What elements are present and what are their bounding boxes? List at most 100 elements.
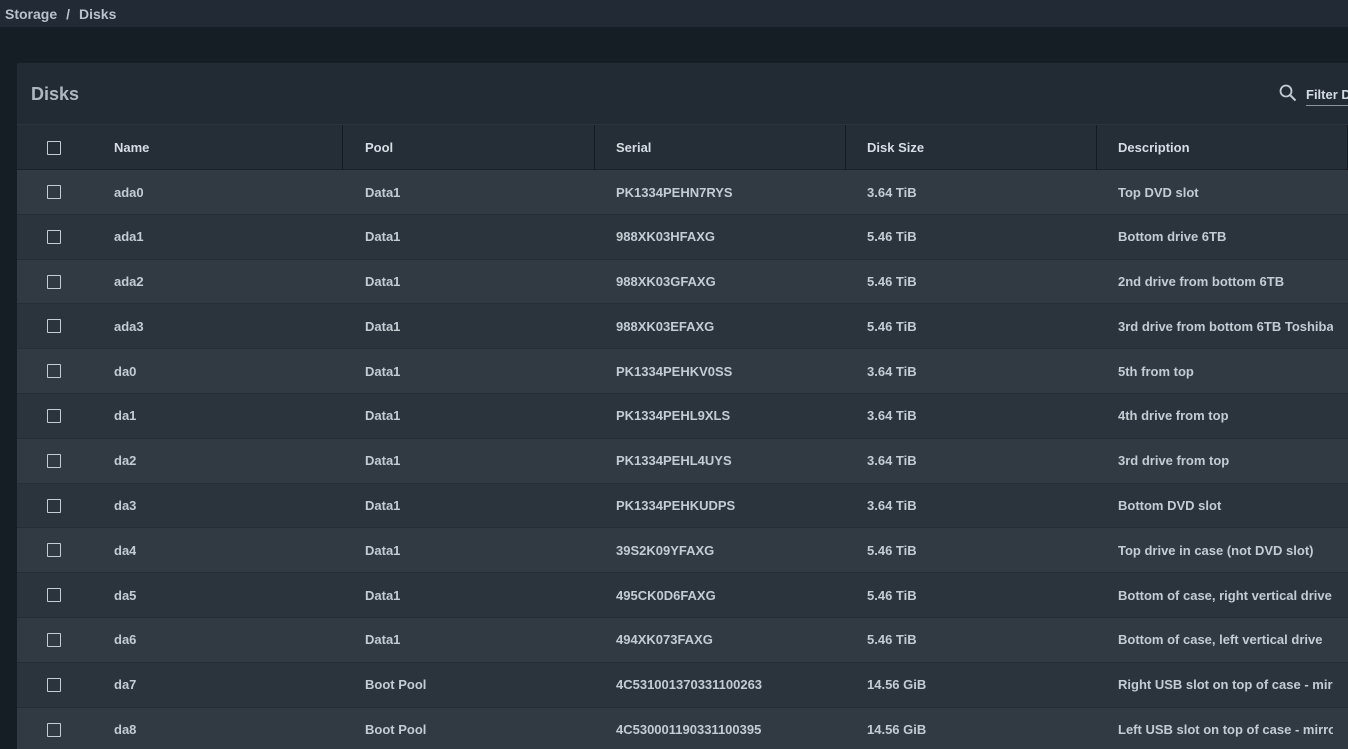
cell-pool: Data1 bbox=[365, 229, 401, 245]
cell-description: Left USB slot on top of case - mirror bbox=[1118, 722, 1333, 738]
cell-serial: PK1334PEHN7RYS bbox=[616, 184, 733, 200]
cell-serial: 988XK03HFAXG bbox=[616, 229, 715, 245]
cell-description: 3rd drive from top bbox=[1118, 453, 1230, 469]
table-row[interactable]: ada0 Data1 PK1334PEHN7RYS 3.64 TiB Top DVD s… bbox=[17, 170, 1348, 215]
cell-disk-size: 14.56 GiB bbox=[867, 677, 927, 693]
cell-name: da2 bbox=[114, 453, 137, 469]
cell-name: da3 bbox=[114, 498, 137, 514]
cell-name: da5 bbox=[114, 587, 137, 603]
table-row[interactable]: ada1 Data1 988XK03HFAXG 5.46 TiB Bottom driv… bbox=[17, 214, 1348, 260]
cell-disk-size: 3.64 TiB bbox=[867, 498, 917, 514]
table-row[interactable]: da5 Data1 495CK0D6FAXG 5.46 TiB Bottom of ca… bbox=[17, 573, 1348, 618]
cell-pool: Boot Pool bbox=[365, 722, 427, 738]
cell-pool: Data1 bbox=[365, 587, 401, 603]
row-checkbox[interactable] bbox=[47, 274, 61, 289]
cell-serial: PK1334PEHKUDPS bbox=[616, 498, 736, 514]
row-checkbox[interactable] bbox=[47, 364, 61, 379]
row-checkbox[interactable] bbox=[47, 408, 61, 423]
cell-description: Bottom drive 6TB bbox=[1118, 229, 1227, 245]
cell-pool: Boot Pool bbox=[365, 677, 427, 693]
row-checkbox[interactable] bbox=[47, 229, 61, 244]
cell-name: ada3 bbox=[114, 318, 144, 334]
row-checkbox[interactable] bbox=[47, 453, 61, 468]
breadcrumb-disks[interactable]: Disks bbox=[79, 6, 116, 22]
cell-disk-size: 5.46 TiB bbox=[867, 542, 917, 558]
cell-pool: Data1 bbox=[365, 498, 401, 514]
cell-name: da6 bbox=[114, 632, 137, 648]
table-row[interactable]: da1 Data1 PK1334PEHL9XLS 3.64 TiB 4th drive … bbox=[17, 393, 1348, 439]
cell-pool: Data1 bbox=[365, 274, 401, 290]
row-checkbox[interactable] bbox=[47, 632, 61, 647]
cell-pool: Data1 bbox=[365, 363, 401, 379]
cell-description: Top DVD slot bbox=[1118, 184, 1199, 200]
cell-serial: 988XK03GFAXG bbox=[616, 274, 716, 290]
row-checkbox[interactable] bbox=[47, 588, 61, 603]
row-checkbox[interactable] bbox=[47, 543, 61, 558]
table-row[interactable]: da6 Data1 494XK073FAXG 5.46 TiB Bottom of ca… bbox=[17, 617, 1348, 663]
table-row[interactable]: da0 Data1 PK1334PEHKV0SS 3.64 TiB 5th from t… bbox=[17, 349, 1348, 394]
cell-serial: 988XK03EFAXG bbox=[616, 318, 715, 334]
cell-description: 2nd drive from bottom 6TB bbox=[1118, 274, 1285, 290]
column-header-serial[interactable]: Serial bbox=[616, 125, 651, 170]
table-row[interactable]: ada2 Data1 988XK03GFAXG 5.46 TiB 2nd drive f… bbox=[17, 259, 1348, 305]
filter-disks-input[interactable] bbox=[1306, 84, 1348, 106]
cell-disk-size: 3.64 TiB bbox=[867, 184, 917, 200]
cell-disk-size: 3.64 TiB bbox=[867, 363, 917, 379]
cell-name: da0 bbox=[114, 363, 137, 379]
cell-disk-size: 5.46 TiB bbox=[867, 632, 917, 648]
cell-serial: 4C530001190331100395 bbox=[616, 722, 762, 738]
column-header-disk-size[interactable]: Disk Size bbox=[867, 125, 924, 170]
disks-table-body: ada0 Data1 PK1334PEHN7RYS 3.64 TiB Top DVD s… bbox=[17, 170, 1348, 749]
cell-name: da4 bbox=[114, 542, 137, 558]
cell-serial: 495CK0D6FAXG bbox=[616, 587, 716, 603]
select-all-checkbox[interactable] bbox=[47, 141, 61, 155]
cell-disk-size: 14.56 GiB bbox=[867, 722, 927, 738]
page-title: Disks bbox=[31, 84, 80, 104]
column-header-description[interactable]: Description bbox=[1118, 125, 1190, 170]
table-row[interactable]: da8 Boot Pool 4C530001190331100395 14.56 Gi… bbox=[17, 707, 1348, 749]
row-checkbox[interactable] bbox=[47, 498, 61, 513]
cell-description: 5th from top bbox=[1118, 363, 1194, 379]
column-divider[interactable] bbox=[594, 125, 595, 170]
cell-pool: Data1 bbox=[365, 632, 401, 648]
card-header: Disks bbox=[17, 63, 1348, 124]
cell-serial: 39S2K09YFAXG bbox=[616, 542, 715, 558]
row-checkbox[interactable] bbox=[47, 722, 61, 737]
cell-pool: Data1 bbox=[365, 453, 401, 469]
cell-name: ada1 bbox=[114, 229, 144, 245]
cell-name: da7 bbox=[114, 677, 137, 693]
cell-disk-size: 5.46 TiB bbox=[867, 587, 917, 603]
row-checkbox[interactable] bbox=[47, 185, 61, 199]
cell-name: ada2 bbox=[114, 274, 144, 290]
cell-disk-size: 3.64 TiB bbox=[867, 408, 917, 424]
column-header-pool[interactable]: Pool bbox=[365, 125, 393, 170]
cell-pool: Data1 bbox=[365, 184, 401, 200]
row-checkbox[interactable] bbox=[47, 319, 61, 334]
cell-description: Top drive in case (not DVD slot) bbox=[1118, 542, 1314, 558]
cell-name: da1 bbox=[114, 408, 137, 424]
table-row[interactable]: da2 Data1 PK1334PEHL4UYS 3.64 TiB 3rd drive … bbox=[17, 438, 1348, 484]
cell-description: Bottom of case, right vertical drive bbox=[1118, 587, 1332, 603]
table-row[interactable]: da3 Data1 PK1334PEHKUDPS 3.64 TiB Bottom DVD… bbox=[17, 483, 1348, 529]
cell-description: 3rd drive from bottom 6TB Toshiba NA bbox=[1118, 318, 1333, 334]
cell-disk-size: 3.64 TiB bbox=[867, 453, 917, 469]
cell-serial: 4C531001370331100263 bbox=[616, 677, 763, 693]
table-row[interactable]: da7 Boot Pool 4C531001370331100263 14.56 Gi… bbox=[17, 662, 1348, 708]
table-row[interactable]: da4 Data1 39S2K09YFAXG 5.46 TiB Top drive in… bbox=[17, 528, 1348, 574]
row-checkbox[interactable] bbox=[47, 677, 61, 692]
cell-description: Right USB slot on top of case - mirrore bbox=[1118, 677, 1333, 693]
table-row[interactable]: ada3 Data1 988XK03EFAXG 5.46 TiB 3rd drive f… bbox=[17, 304, 1348, 350]
cell-description: Bottom of case, left vertical drive bbox=[1118, 632, 1323, 648]
column-divider[interactable] bbox=[1096, 125, 1097, 170]
column-divider[interactable] bbox=[342, 125, 343, 170]
breadcrumb: Storage / Disks bbox=[0, 0, 1348, 27]
cell-serial: 494XK073FAXG bbox=[616, 632, 713, 648]
cell-description: 4th drive from top bbox=[1118, 408, 1229, 424]
column-header-name[interactable]: Name bbox=[114, 125, 149, 170]
breadcrumb-storage[interactable]: Storage bbox=[5, 6, 57, 22]
search-icon[interactable] bbox=[1279, 84, 1297, 102]
disks-card: Disks Name Pool Serial Disk Size Descrip… bbox=[17, 63, 1348, 749]
cell-disk-size: 5.46 TiB bbox=[867, 274, 917, 290]
column-divider[interactable] bbox=[845, 125, 846, 170]
cell-description: Bottom DVD slot bbox=[1118, 498, 1222, 514]
